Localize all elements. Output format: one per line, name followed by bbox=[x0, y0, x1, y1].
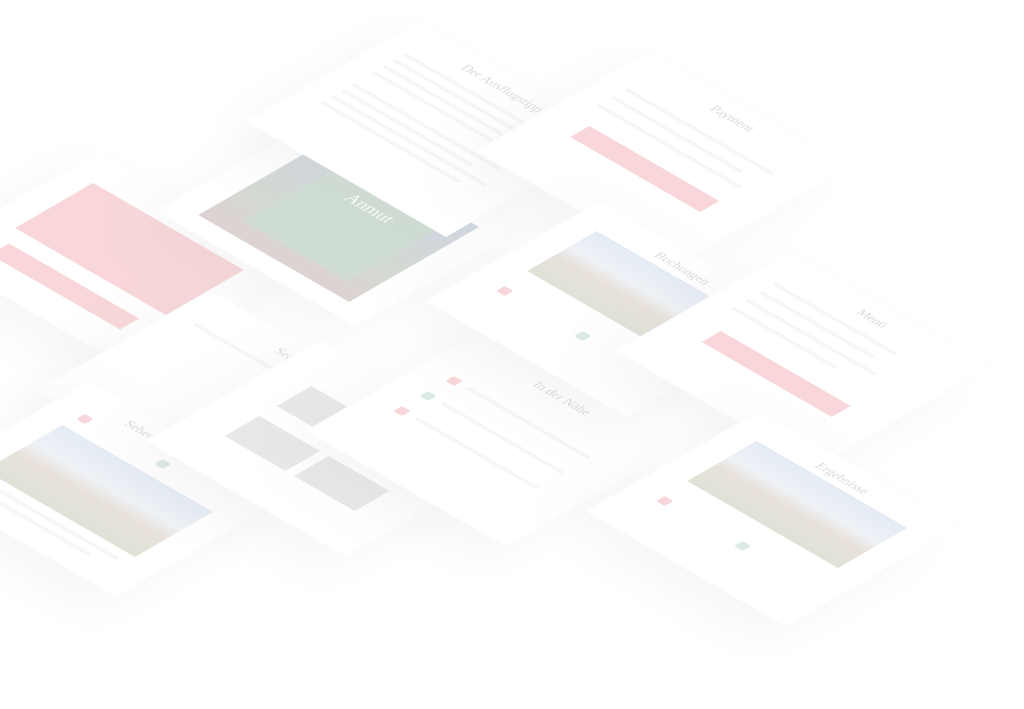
screen-title: Payment bbox=[706, 103, 759, 134]
category-icon bbox=[76, 414, 94, 424]
payment-screen: Payment bbox=[475, 50, 851, 267]
list-icon bbox=[419, 391, 437, 401]
payment-rows bbox=[596, 51, 849, 189]
list-icon bbox=[734, 541, 752, 551]
list-icon bbox=[393, 406, 411, 416]
list-icon bbox=[496, 286, 514, 296]
thumbnail-image[interactable] bbox=[224, 416, 320, 471]
menu-button[interactable] bbox=[701, 331, 851, 417]
screen-title: Menü bbox=[853, 306, 893, 330]
list-icon bbox=[445, 376, 463, 386]
menu-items bbox=[731, 251, 989, 376]
mockup-stage: Account Welcome Anmut Der Ausflugstipp P… bbox=[0, 0, 1024, 709]
list-icon bbox=[656, 496, 674, 506]
list-icon bbox=[574, 331, 592, 341]
category-icon bbox=[154, 459, 172, 469]
pay-button[interactable] bbox=[570, 126, 720, 212]
